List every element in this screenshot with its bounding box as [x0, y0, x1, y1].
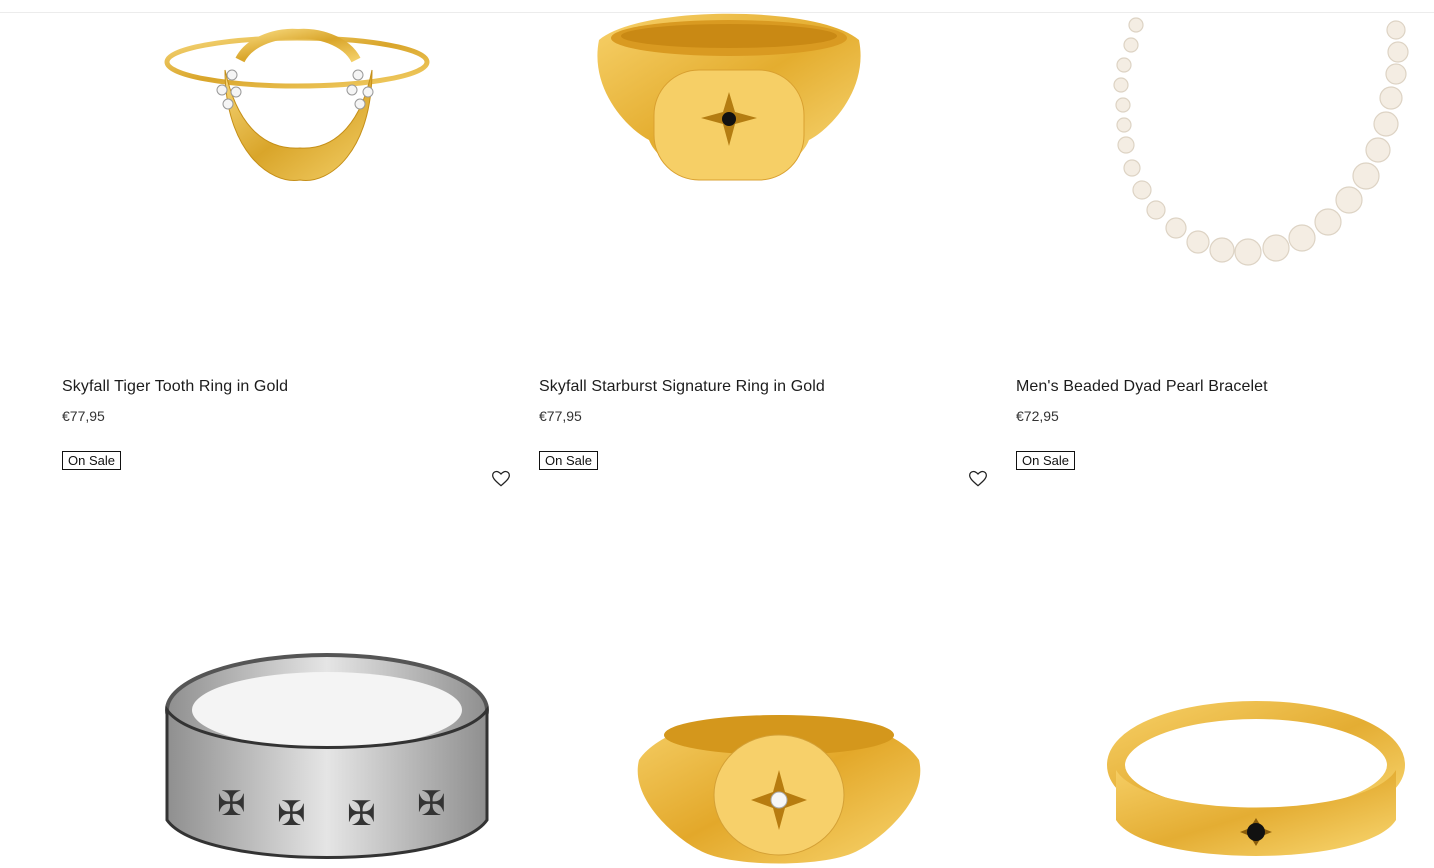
product-card[interactable]: Skyfall Tiger Tooth Ring in Gold €77,95 …	[62, 0, 522, 500]
product-card[interactable]	[539, 700, 999, 868]
signet-ring-black-stone-image	[597, 13, 861, 181]
product-image[interactable]	[0, 0, 520, 340]
product-image[interactable]: ✠ ✠ ✠ ✠	[122, 620, 542, 868]
wishlist-heart-icon[interactable]	[491, 469, 511, 489]
product-card[interactable]: Skyfall Starburst Signature Ring in Gold…	[539, 0, 999, 500]
gold-band-black-stone-image	[1107, 701, 1405, 856]
svg-text:✠: ✠	[277, 794, 306, 834]
product-price: €77,95	[62, 408, 105, 424]
sale-badge: On Sale	[62, 451, 121, 470]
product-image[interactable]	[1066, 0, 1426, 340]
product-title[interactable]: Men's Beaded Dyad Pearl Bracelet	[1016, 378, 1268, 396]
product-image[interactable]	[629, 700, 929, 868]
product-price: €77,95	[539, 408, 582, 424]
product-image[interactable]	[1106, 700, 1406, 868]
product-grid: Skyfall Tiger Tooth Ring in Gold €77,95 …	[0, 0, 1434, 868]
pearl-bracelet-image	[1113, 17, 1409, 266]
product-title[interactable]: Skyfall Tiger Tooth Ring in Gold	[62, 378, 288, 396]
header-divider	[0, 0, 1434, 13]
signet-ring-white-stone-image	[637, 715, 921, 864]
sale-badge: On Sale	[1016, 451, 1075, 470]
product-card[interactable]: ✠ ✠ ✠ ✠	[62, 620, 522, 868]
product-image[interactable]	[489, 0, 1009, 340]
product-card[interactable]	[1016, 700, 1426, 868]
silver-ring-image: ✠ ✠ ✠ ✠	[165, 653, 489, 859]
svg-text:✠: ✠	[217, 784, 246, 824]
ring-crescent-image	[164, 28, 430, 181]
svg-text:✠: ✠	[417, 784, 446, 824]
product-card[interactable]: Men's Beaded Dyad Pearl Bracelet €72,95 …	[1016, 0, 1426, 500]
wishlist-heart-icon[interactable]	[968, 469, 988, 489]
svg-text:✠: ✠	[347, 794, 376, 834]
product-title[interactable]: Skyfall Starburst Signature Ring in Gold	[539, 378, 825, 396]
product-price: €72,95	[1016, 408, 1059, 424]
sale-badge: On Sale	[539, 451, 598, 470]
